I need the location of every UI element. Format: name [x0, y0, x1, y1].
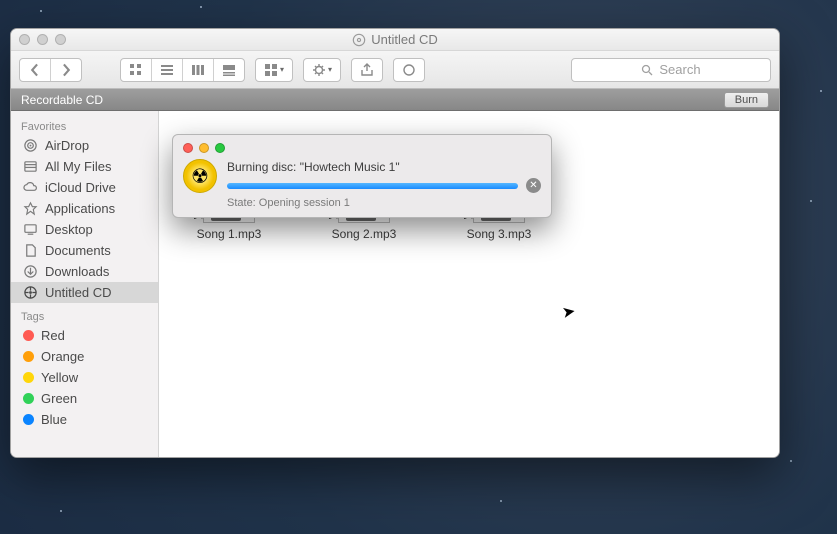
tag-icon — [402, 63, 416, 77]
desktop-icon — [23, 222, 38, 237]
arrange-icon — [264, 63, 278, 77]
dialog-close-button[interactable] — [183, 143, 193, 153]
sidebar-item-label: Blue — [41, 412, 67, 427]
tag-dot-icon — [23, 351, 34, 362]
sidebar-tag-yellow[interactable]: Yellow — [11, 367, 158, 388]
tag-dot-icon — [23, 330, 34, 341]
icon-view-button[interactable] — [121, 59, 152, 81]
sidebar-item-label: Untitled CD — [45, 285, 111, 300]
view-mode-segmented — [120, 58, 245, 82]
dialog-traffic-lights — [183, 143, 541, 153]
all-files-icon — [23, 159, 38, 174]
dialog-zoom-button[interactable] — [215, 143, 225, 153]
sidebar-item-label: Orange — [41, 349, 84, 364]
documents-icon — [23, 243, 38, 258]
sidebar-item-desktop[interactable]: Desktop — [11, 219, 158, 240]
burn-button[interactable]: Burn — [724, 92, 769, 108]
sidebar-tag-red[interactable]: Red — [11, 325, 158, 346]
search-icon — [641, 64, 653, 76]
list-view-button[interactable] — [152, 59, 183, 81]
file-name: Song 3.mp3 — [467, 227, 532, 241]
search-field[interactable]: Search — [571, 58, 771, 82]
sidebar-header-favorites: Favorites — [11, 117, 158, 135]
cloud-icon — [23, 180, 38, 195]
tags-menu[interactable] — [393, 58, 425, 82]
sidebar: Favorites AirDrop All My Files iCloud Dr… — [11, 111, 159, 457]
sidebar-item-downloads[interactable]: Downloads — [11, 261, 158, 282]
gear-icon — [312, 63, 326, 77]
sidebar-item-label: Yellow — [41, 370, 78, 385]
arrange-menu[interactable]: ▾ — [255, 58, 293, 82]
sidebar-item-label: Desktop — [45, 222, 93, 237]
sidebar-header-tags: Tags — [11, 307, 158, 325]
coverflow-view-button[interactable] — [214, 59, 244, 81]
path-label: Recordable CD — [21, 93, 103, 107]
sidebar-item-documents[interactable]: Documents — [11, 240, 158, 261]
sidebar-item-label: Documents — [45, 243, 111, 258]
titlebar: Untitled CD — [11, 29, 779, 51]
sidebar-tag-orange[interactable]: Orange — [11, 346, 158, 367]
burn-disc-icon — [23, 285, 38, 300]
sidebar-item-label: Red — [41, 328, 65, 343]
sidebar-item-icloud-drive[interactable]: iCloud Drive — [11, 177, 158, 198]
burn-icon — [183, 159, 217, 193]
tag-dot-icon — [23, 372, 34, 383]
action-menu[interactable]: ▾ — [303, 58, 341, 82]
sidebar-tag-blue[interactable]: Blue — [11, 409, 158, 430]
sidebar-item-all-my-files[interactable]: All My Files — [11, 156, 158, 177]
nav-back-forward — [19, 58, 82, 82]
column-view-button[interactable] — [183, 59, 214, 81]
applications-icon — [23, 201, 38, 216]
tag-dot-icon — [23, 393, 34, 404]
share-icon — [360, 63, 374, 77]
progress-bar — [227, 183, 518, 189]
burn-progress-dialog: Burning disc: "Howtech Music 1" ✕ State:… — [172, 134, 552, 218]
path-bar: Recordable CD Burn — [11, 89, 779, 111]
finder-window: Untitled CD ▾ ▾ Search — [10, 28, 780, 458]
sidebar-item-label: AirDrop — [45, 138, 89, 153]
dialog-minimize-button[interactable] — [199, 143, 209, 153]
sidebar-item-label: Green — [41, 391, 77, 406]
disc-icon — [352, 33, 366, 47]
sidebar-item-untitled-cd[interactable]: Untitled CD — [11, 282, 158, 303]
sidebar-tag-green[interactable]: Green — [11, 388, 158, 409]
airdrop-icon — [23, 138, 38, 153]
toolbar: ▾ ▾ Search — [11, 51, 779, 89]
sidebar-item-label: All My Files — [45, 159, 111, 174]
back-button[interactable] — [20, 59, 51, 81]
file-name: Song 2.mp3 — [332, 227, 397, 241]
sidebar-item-label: Downloads — [45, 264, 109, 279]
sidebar-item-label: Applications — [45, 201, 115, 216]
dialog-title: Burning disc: "Howtech Music 1" — [227, 160, 541, 174]
downloads-icon — [23, 264, 38, 279]
tag-dot-icon — [23, 414, 34, 425]
sidebar-item-applications[interactable]: Applications — [11, 198, 158, 219]
cancel-button[interactable]: ✕ — [526, 178, 541, 193]
search-placeholder: Search — [659, 62, 700, 77]
share-menu[interactable] — [351, 58, 383, 82]
dialog-state: State: Opening session 1 — [227, 197, 541, 209]
forward-button[interactable] — [51, 59, 81, 81]
window-title: Untitled CD — [11, 32, 779, 47]
sidebar-item-airdrop[interactable]: AirDrop — [11, 135, 158, 156]
sidebar-item-label: iCloud Drive — [45, 180, 116, 195]
file-name: Song 1.mp3 — [197, 227, 262, 241]
progress-fill — [227, 183, 518, 189]
